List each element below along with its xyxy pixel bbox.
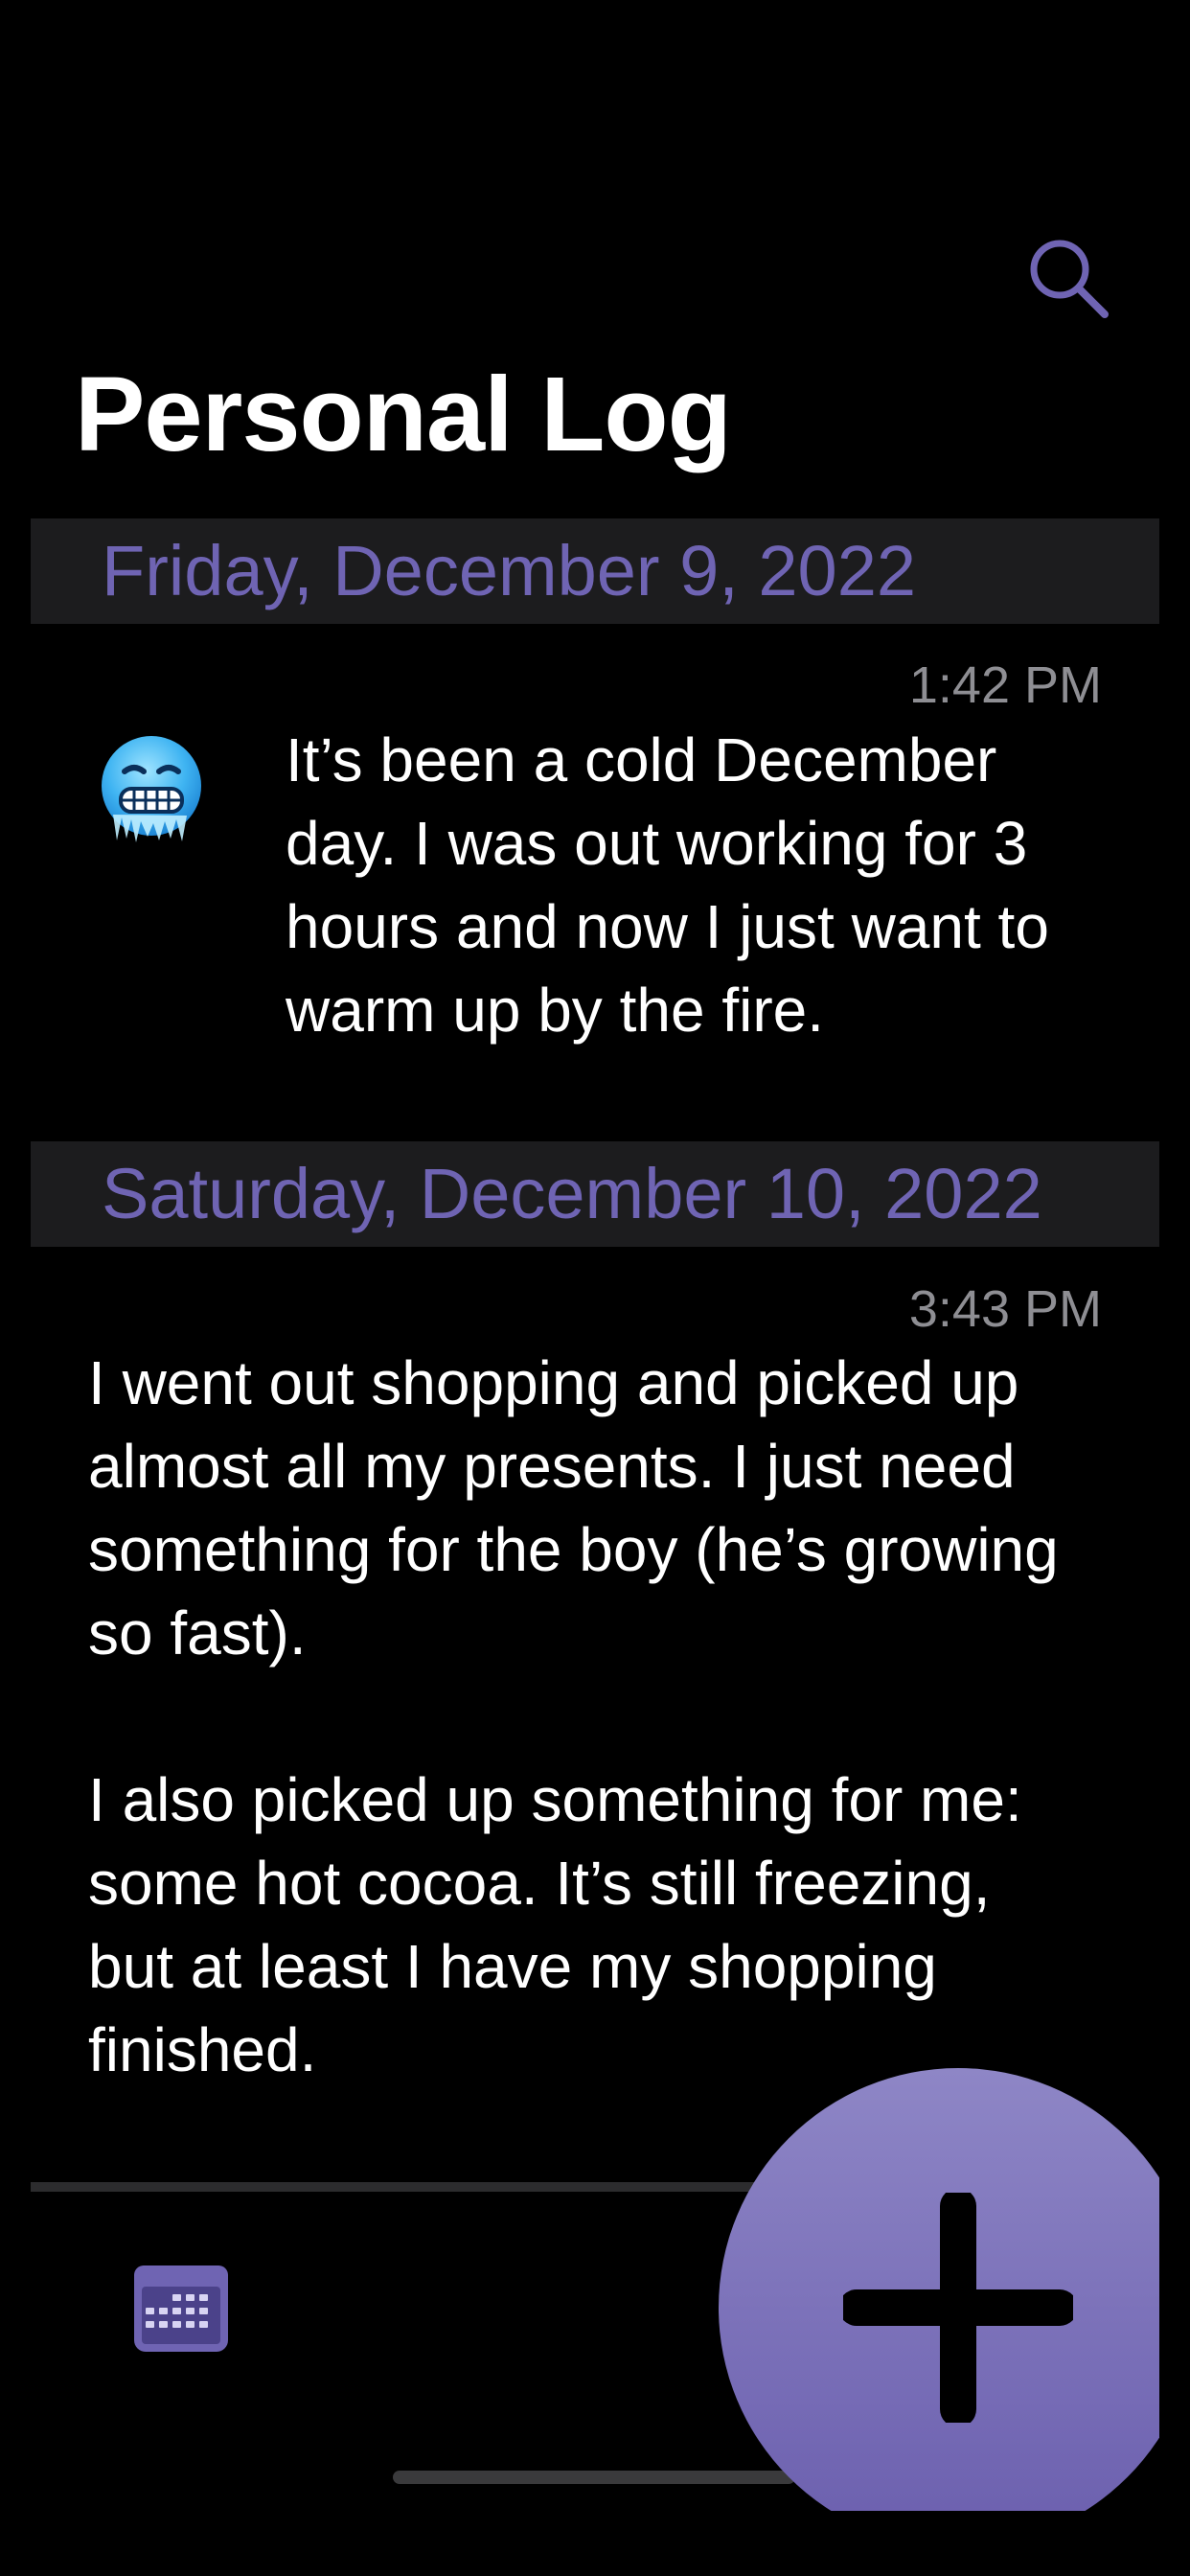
entry-timestamp: 3:43 PM <box>908 1280 1102 1338</box>
page-title: Personal Log <box>75 356 732 473</box>
date-section-header: Friday, December 9, 2022 <box>31 518 1159 624</box>
cold-face-emoji-icon <box>96 733 207 844</box>
calendar-button[interactable] <box>132 2264 230 2354</box>
calendar-icon <box>134 2266 228 2352</box>
date-label: Friday, December 9, 2022 <box>102 531 917 610</box>
search-icon <box>1030 240 1109 318</box>
home-indicator <box>393 2471 795 2484</box>
entry-text[interactable]: I went out shopping and picked up almost… <box>88 1342 1142 2092</box>
date-label: Saturday, December 10, 2022 <box>102 1154 1042 1233</box>
entry-timestamp: 1:42 PM <box>908 656 1102 714</box>
date-section-header: Saturday, December 10, 2022 <box>31 1141 1159 1247</box>
plus-icon <box>843 2193 1073 2423</box>
search-button[interactable] <box>1025 235 1111 321</box>
add-entry-button[interactable] <box>719 2068 1159 2511</box>
entry-text[interactable]: It’s been a cold December day. I was out… <box>286 719 1129 1052</box>
